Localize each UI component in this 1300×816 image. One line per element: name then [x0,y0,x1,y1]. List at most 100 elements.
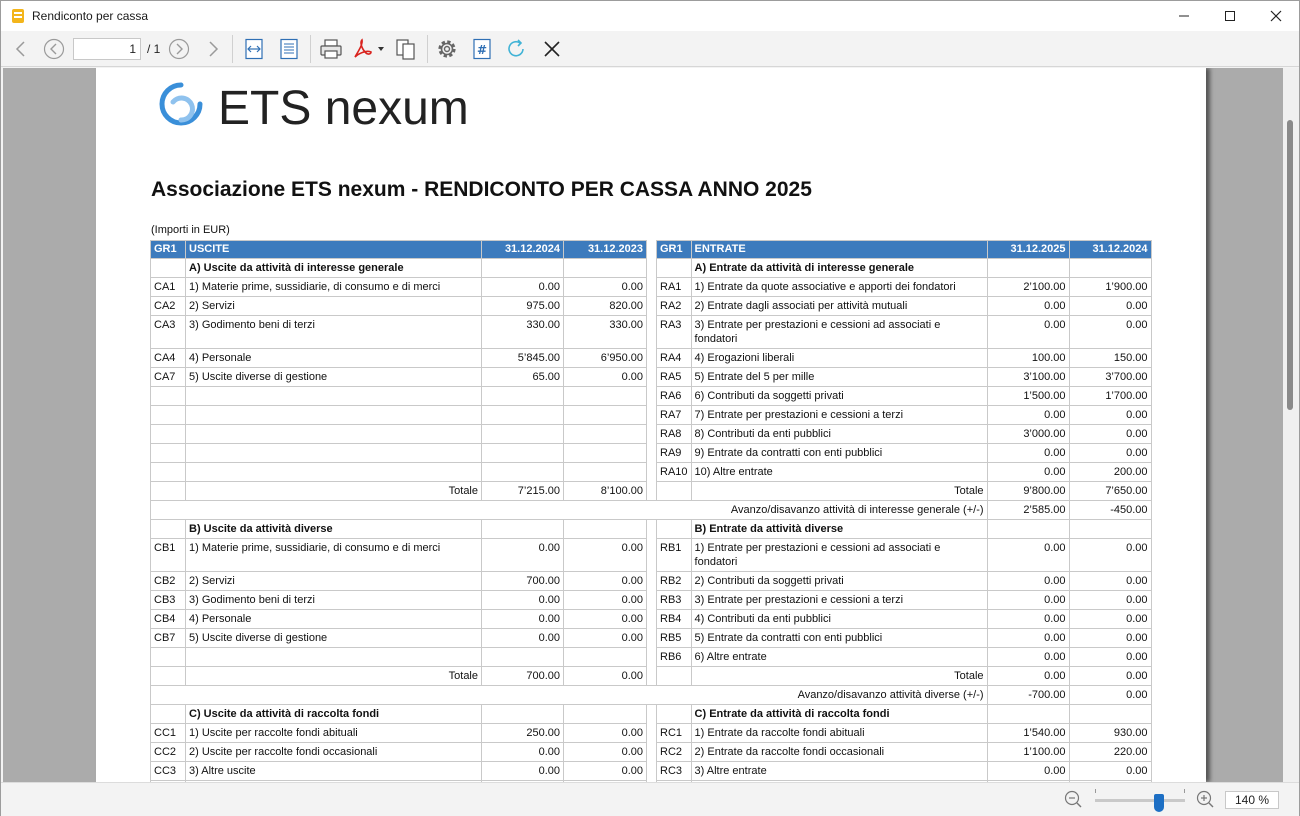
next-page-button[interactable] [167,37,191,61]
uscite-value-year1 [481,386,564,406]
table-row: RA10 10) Altre entrate 0.00 200.00 [150,462,1152,482]
table-row: Avanzo/disavanzo attività di interesse g… [150,500,1152,520]
close-report-button[interactable] [540,37,564,61]
close-icon [544,41,560,57]
scrollbar-thumb[interactable] [1287,120,1293,410]
toolbar-separator [310,35,311,63]
page-number-input[interactable]: 1 [73,38,141,60]
entrate-value-year2: 0.00 [1068,296,1152,316]
uscite-value-year1: 5’845.00 [481,348,564,368]
entrate-value-year1: 0.00 [986,462,1070,482]
uscite-value-year2 [563,647,647,667]
uscite-value-year1 [481,704,564,724]
close-window-button[interactable] [1253,1,1299,31]
avanzo-label: Avanzo/disavanzo attività di interesse g… [150,500,988,520]
entrate-code [656,519,692,539]
settings-button[interactable] [435,37,459,61]
col-entrate-year2: 31.12.2024 [1068,240,1152,259]
copy-button[interactable] [394,37,418,61]
prev-page-icon [43,38,65,60]
uscite-value-year1: 975.00 [481,296,564,316]
uscite-code [150,258,186,278]
table-row: CA4 4) Personale 5’845.00 6’950.00 RA4 4) Ero… [150,348,1152,368]
uscite-description [185,443,482,463]
zoom-out-icon[interactable] [1063,789,1083,809]
table-row: CB2 2) Servizi 700.00 0.00 RB2 2) Contributi … [150,571,1152,591]
column-gap [646,519,657,539]
refresh-button[interactable] [504,37,528,61]
uscite-description: 4) Personale [185,348,482,368]
entrate-code [656,704,692,724]
entrate-value-year1: 0.00 [986,628,1070,648]
entrate-value-year2: 1’900.00 [1068,277,1152,297]
col-uscite-year2: 31.12.2023 [563,240,647,259]
fit-width-button[interactable] [242,37,266,61]
export-pdf-button[interactable] [351,37,385,61]
entrate-value-year2: 930.00 [1068,723,1152,743]
table-row: C) Uscite da attività di raccolta fondi C… [150,704,1152,724]
uscite-value-year2: 0.00 [563,723,647,743]
uscite-description: 3) Altre uscite [185,761,482,781]
uscite-code: CA7 [150,367,186,387]
uscite-description: 2) Servizi [185,296,482,316]
zoom-slider-thumb[interactable] [1154,794,1164,812]
entrate-description: Totale [690,481,988,501]
forward-button[interactable] [201,37,225,61]
col-gr1-entrate: GR1 [656,240,692,259]
minimize-icon [1179,15,1189,17]
entrate-value-year1: 0.00 [986,571,1070,591]
entrate-value-year1: 3’100.00 [986,367,1070,387]
prev-page-button[interactable] [42,37,66,61]
uscite-description [185,462,482,482]
entrate-value-year2: 0.00 [1068,761,1152,781]
entrate-code: RB3 [656,590,692,610]
entrate-value-year2: 0.00 [1068,405,1152,425]
entrate-value-year1: 2’100.00 [986,277,1070,297]
zoom-in-icon[interactable] [1195,789,1215,809]
uscite-value-year2: 0.00 [563,571,647,591]
uscite-code: CB3 [150,590,186,610]
uscite-value-year2 [563,258,647,278]
column-gap [646,571,657,591]
zoom-level[interactable]: 140 % [1225,791,1279,809]
entrate-description: 3) Entrate per prestazioni e cessioni ad… [690,315,988,349]
uscite-value-year1: 700.00 [481,571,564,591]
maximize-button[interactable] [1207,1,1253,31]
uscite-description: 2) Servizi [185,571,482,591]
table-row: RB6 6) Altre entrate 0.00 0.00 [150,647,1152,667]
uscite-description: 2) Uscite per raccolte fondi occasionali [185,742,482,762]
entrate-description: 9) Entrate da contratti con enti pubblic… [690,443,988,463]
format-button[interactable]: # [470,37,494,61]
document-viewer[interactable]: ETS nexum Associazione ETS nexum - RENDI… [3,68,1299,782]
minimize-button[interactable] [1161,1,1207,31]
fit-page-button[interactable] [277,37,301,61]
column-gap [646,666,657,686]
vertical-scrollbar[interactable] [1283,68,1299,782]
table-row: RA9 9) Entrate da contratti con enti pubb… [150,443,1152,463]
uscite-value-year2: 0.00 [563,277,647,297]
uscite-code: CA2 [150,296,186,316]
print-button[interactable] [319,37,343,61]
entrate-value-year1: 0.00 [986,315,1070,349]
fit-page-icon [280,38,298,60]
avanzo-value-year2: -450.00 [1068,500,1152,520]
zoom-slider-track[interactable] [1095,799,1185,802]
avanzo-value-year2: 0.00 [1068,685,1152,705]
entrate-value-year2: 0.00 [1068,609,1152,629]
toolbar-separator [427,35,428,63]
uscite-value-year1: 0.00 [481,277,564,297]
column-gap [646,315,657,349]
uscite-value-year1: 700.00 [481,666,564,686]
entrate-value-year2: 0.00 [1068,424,1152,444]
title-bar: Rendiconto per cassa [1,1,1299,31]
entrate-value-year1: 0.00 [986,538,1070,572]
entrate-description: 1) Entrate da raccolte fondi abituali [690,723,988,743]
back-button[interactable] [9,37,33,61]
pdf-icon [354,38,384,58]
uscite-description: C) Uscite da attività di raccolta fondi [185,704,482,724]
table-row: CC2 2) Uscite per raccolte fondi occasion… [150,742,1152,762]
column-gap [646,443,657,463]
uscite-value-year1: 0.00 [481,590,564,610]
uscite-code [150,519,186,539]
uscite-description [185,424,482,444]
